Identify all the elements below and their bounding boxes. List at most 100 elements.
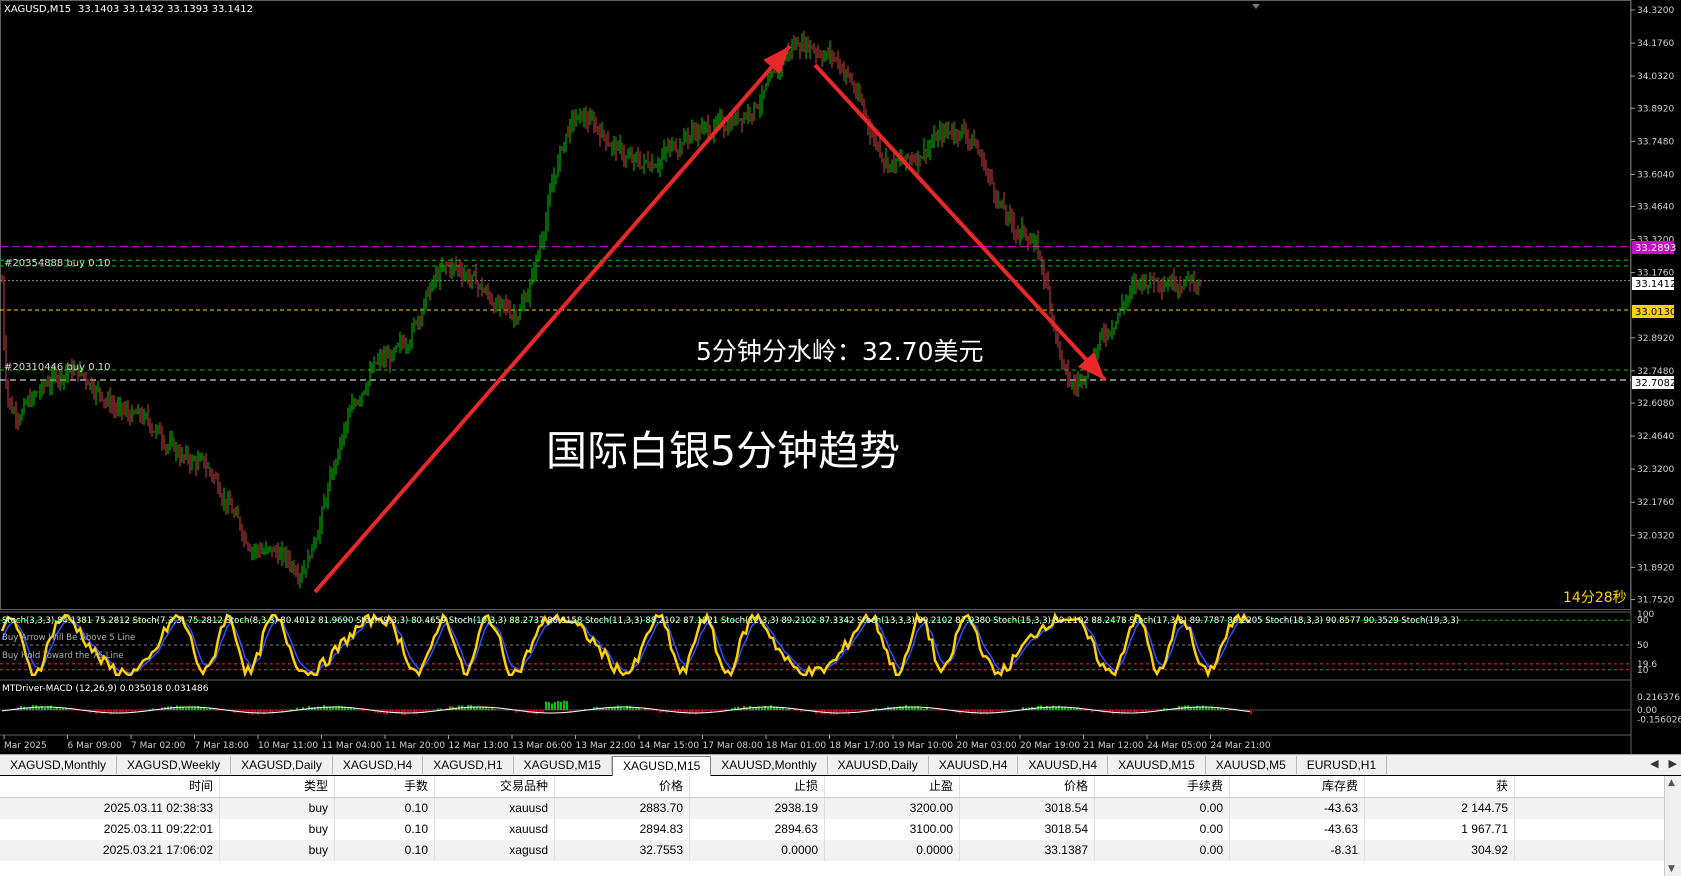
chart-tab[interactable]: XAUUSD,M15	[1108, 756, 1206, 774]
order-label-1: #20354888 buy 0.10	[4, 258, 111, 269]
table-header-cell[interactable]: 手续费	[1095, 776, 1230, 797]
macd-histogram-bar	[719, 710, 721, 711]
chart-tab[interactable]: XAUUSD,Monthly	[711, 756, 828, 774]
macd-histogram-bar	[1004, 710, 1006, 712]
trade-cell: xagusd	[435, 840, 555, 861]
chart-tab[interactable]: XAGUSD,H4	[333, 756, 424, 774]
chart-tab[interactable]: XAGUSD,M15	[514, 756, 612, 774]
tab-list: XAGUSD,Monthly XAGUSD,Weekly XAGUSD,Daily X…	[0, 755, 1388, 776]
table-header-cell[interactable]: 类型	[220, 776, 335, 797]
macd-histogram-bar	[1133, 710, 1135, 712]
macd-histogram-bar	[416, 710, 418, 714]
macd-histogram-bar	[620, 707, 622, 710]
chart-tab[interactable]: XAGUSD,Weekly	[117, 756, 232, 774]
macd-histogram-bar	[62, 708, 64, 710]
chart-tab[interactable]: XAUUSD,H4	[929, 756, 1019, 774]
macd-histogram-bar	[899, 706, 901, 710]
price-marker-yellow: 33.0130	[1632, 305, 1676, 318]
order-label-2: #20310446 buy 0.10	[4, 362, 111, 373]
macd-histogram-bar	[977, 710, 979, 713]
trade-row[interactable]: 2025.03.11 02:38:33 buy 0.10 xauusd 2883.70 2…	[0, 798, 1681, 819]
time-tick-label: 13 Mar 22:00	[576, 741, 636, 751]
time-tick-label: 7 Mar 02:00	[131, 741, 186, 751]
price-tick-label: 33.6040	[1637, 170, 1674, 180]
macd-histogram-bar	[212, 709, 214, 710]
chart-tab[interactable]: XAUUSD,M5	[1206, 756, 1297, 774]
macd-histogram-bar	[560, 701, 562, 710]
macd-histogram-bar	[1070, 707, 1072, 710]
macd-histogram-bar	[149, 709, 151, 710]
macd-histogram-bar	[710, 710, 712, 712]
macd-histogram-bar	[1121, 710, 1123, 715]
table-header-cell[interactable]: 价格	[555, 776, 690, 797]
table-header-cell[interactable]: 获	[1365, 776, 1515, 797]
price-tick-label: 33.4640	[1637, 203, 1674, 213]
macd-histogram-bar	[608, 707, 610, 710]
macd-histogram-bar	[554, 702, 556, 710]
trade-cell: 304.92	[1365, 840, 1515, 861]
trade-row[interactable]: 2025.03.11 09:22:01 buy 0.10 xauusd 2894.83 2…	[0, 819, 1681, 840]
scroll-up-icon[interactable]: ▲	[1668, 778, 1675, 788]
macd-histogram-bar	[704, 710, 706, 712]
trade-row[interactable]: 2025.03.21 17:06:02 buy 0.10 xagusd 32.7553 0…	[0, 840, 1681, 861]
macd-histogram-bar	[308, 705, 310, 710]
svg-text:33.2893: 33.2893	[1635, 243, 1676, 254]
time-tick-label: 18 Mar 01:00	[766, 741, 826, 751]
trade-cell: xauusd	[435, 819, 555, 840]
macd-histogram-bar	[494, 709, 496, 710]
macd-histogram-bar	[413, 710, 415, 715]
macd-histogram-bar	[1160, 709, 1162, 710]
trade-cell: 2 144.75	[1365, 798, 1515, 819]
chart-tab[interactable]: XAUUSD,Daily	[828, 756, 929, 774]
macd-histogram-bar	[206, 708, 208, 710]
table-header-cell[interactable]: 时间	[0, 776, 220, 797]
macd-histogram-bar	[542, 710, 544, 713]
chart-tab[interactable]: XAGUSD,H1	[423, 756, 514, 774]
price-tick-label: 34.0320	[1637, 72, 1674, 82]
macd-histogram-bar	[770, 705, 772, 710]
macd-histogram-bar	[500, 710, 502, 711]
time-tick-label: 13 Mar 06:00	[512, 741, 572, 751]
macd-histogram-bar	[986, 710, 988, 715]
macd-histogram-bar	[707, 710, 709, 712]
chart-tab[interactable]: XAGUSD,Daily	[231, 756, 333, 774]
chart-tab[interactable]: EURUSD,H1	[1297, 756, 1388, 774]
macd-histogram-bar	[398, 710, 400, 713]
table-scrollbar[interactable]: ▲ ▼	[1664, 776, 1681, 876]
macd-histogram-bar	[125, 710, 127, 713]
chart-tab[interactable]: XAGUSD,M15	[611, 755, 712, 776]
table-header-cell[interactable]: 止损	[690, 776, 825, 797]
price-tick-label: 32.3200	[1637, 465, 1674, 475]
macd-histogram-bar	[254, 710, 256, 713]
buy-arrow-label: Buy Arrow Will Be Above 5 Line	[2, 633, 135, 643]
macd-histogram-bar	[410, 710, 412, 712]
tab-scroll-controls: ◀ ▶	[1650, 757, 1677, 770]
trade-cell: 0.0000	[825, 840, 960, 861]
macd-histogram-bar	[998, 710, 1000, 712]
scroll-down-icon[interactable]: ▼	[1668, 864, 1675, 874]
macd-histogram-bar	[50, 705, 52, 710]
macd-histogram-bar	[1073, 708, 1075, 710]
macd-histogram-bar	[836, 710, 838, 715]
price-tick-label: 31.8920	[1637, 563, 1674, 573]
chart-tab[interactable]: XAUUSD,H4	[1018, 756, 1109, 774]
table-header-cell[interactable]: 手数	[335, 776, 435, 797]
price-tick-label: 34.1760	[1637, 39, 1674, 49]
price-tick-label: 32.1760	[1637, 498, 1674, 508]
macd-histogram-bar	[128, 710, 130, 712]
time-tick-label: 20 Mar 19:00	[1020, 741, 1080, 751]
macd-histogram-bar	[839, 710, 841, 713]
chart-tab[interactable]: XAGUSD,Monthly	[0, 756, 118, 774]
macd-histogram-bar	[257, 710, 259, 715]
time-tick-label: 21 Mar 12:00	[1084, 741, 1144, 751]
macd-histogram-bar	[974, 710, 976, 714]
table-header-cell[interactable]: 价格	[960, 776, 1095, 797]
tab-scroll-left-icon[interactable]: ◀	[1650, 757, 1658, 770]
price-chart[interactable]: 34.3200 34.1760 34.0320 33.8920 33.7480 33.60…	[0, 0, 1681, 754]
macd-histogram-bar	[929, 709, 931, 710]
table-header-cell[interactable]: 库存费	[1230, 776, 1365, 797]
table-header-cell[interactable]: 交易品种	[435, 776, 555, 797]
tab-scroll-right-icon[interactable]: ▶	[1669, 757, 1677, 770]
buy-hold-label: Buy Hold Toward the 76 Line	[2, 651, 123, 661]
table-header-cell[interactable]: 止盈	[825, 776, 960, 797]
